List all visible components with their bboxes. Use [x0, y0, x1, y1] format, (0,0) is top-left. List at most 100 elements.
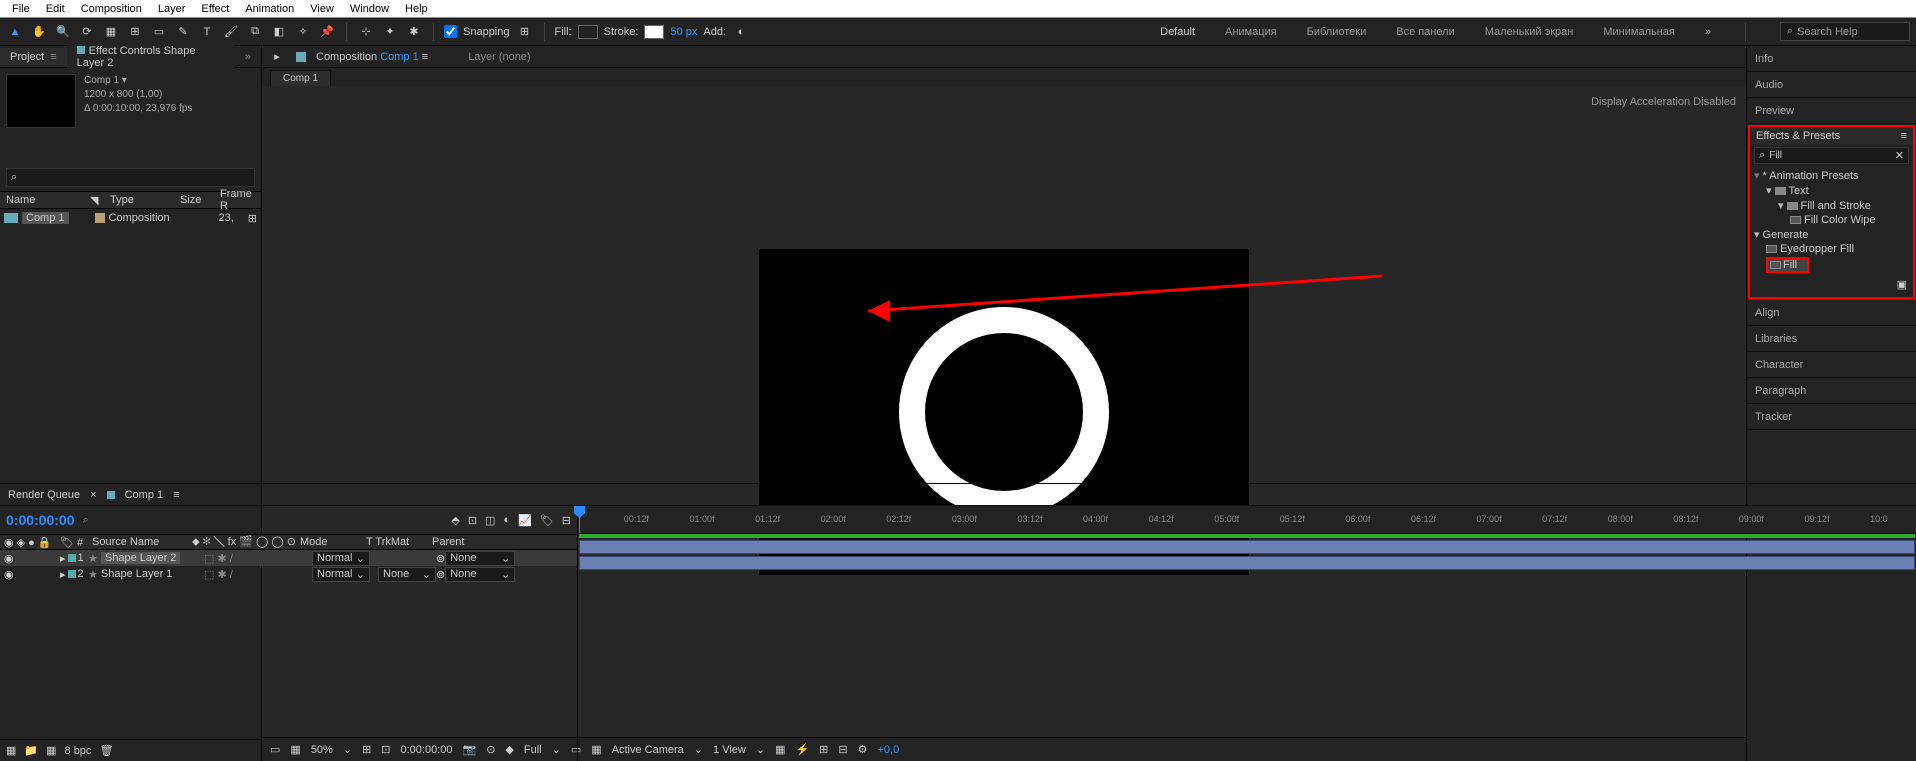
menu-edit[interactable]: Edit — [38, 3, 73, 15]
snapping-checkbox[interactable] — [444, 25, 457, 38]
current-timecode[interactable]: 0:00:00:00 — [6, 512, 75, 528]
view-axis-icon[interactable]: ✱ — [405, 23, 423, 41]
workspace-default[interactable]: Default — [1160, 26, 1195, 38]
panel-align[interactable]: Align — [1747, 300, 1916, 326]
puppet-tool-icon[interactable]: 📌 — [318, 23, 336, 41]
panel-character[interactable]: Character — [1747, 352, 1916, 378]
comp-name[interactable]: Comp 1 ▾ — [84, 74, 192, 88]
graph-icon[interactable]: 📈 — [518, 514, 532, 527]
menu-animation[interactable]: Animation — [237, 3, 302, 15]
draft3d-icon[interactable]: ⊡ — [468, 514, 477, 527]
label-color[interactable] — [68, 570, 76, 578]
tree-anim-presets[interactable]: ▾ * Animation Presets — [1754, 168, 1909, 183]
local-axis-icon[interactable]: ⊹ — [357, 23, 375, 41]
tab-render-queue[interactable]: Render Queue — [8, 489, 80, 501]
col-mode[interactable]: Mode — [300, 536, 366, 548]
project-row-comp1[interactable]: Comp 1 Composition 23, ⊞ — [0, 209, 261, 227]
clone-tool-icon[interactable]: ⧉ — [246, 23, 264, 41]
pen-tool-icon[interactable]: ✎ — [174, 23, 192, 41]
menu-file[interactable]: File — [4, 3, 38, 15]
menu-layer[interactable]: Layer — [150, 3, 194, 15]
fill-swatch[interactable] — [578, 25, 598, 39]
timeline-search[interactable]: ⌕ — [83, 514, 89, 527]
moblur-icon[interactable]: ◐ — [503, 514, 510, 527]
panel-libraries[interactable]: Libraries — [1747, 326, 1916, 352]
workspace-minimal[interactable]: Минимальная — [1603, 26, 1675, 38]
visibility-icon[interactable]: ◉ — [4, 552, 14, 565]
eraser-tool-icon[interactable]: ◧ — [270, 23, 288, 41]
comp-flowchart-tab[interactable]: Comp 1 — [270, 70, 331, 86]
brain-icon[interactable]: ⊟ — [562, 514, 571, 527]
trkmat-select[interactable]: None⌄ — [378, 567, 436, 582]
close-tab-icon[interactable]: × — [90, 489, 96, 501]
layer-bar-2[interactable] — [579, 556, 1915, 570]
preset-fill-color-wipe[interactable]: Fill Color Wipe — [1754, 213, 1909, 227]
tab-project[interactable]: Project≡ — [0, 48, 67, 66]
clear-icon[interactable]: ✕ — [1895, 149, 1904, 162]
frameblend-icon[interactable]: ◫ — [485, 514, 495, 527]
menu-composition[interactable]: Composition — [73, 3, 150, 15]
mode-select[interactable]: Normal⌄ — [312, 551, 370, 566]
new-bin-icon[interactable]: ▣ — [1897, 279, 1907, 291]
effects-title[interactable]: Effects & Presets — [1756, 130, 1840, 142]
roto-tool-icon[interactable]: ✧ — [294, 23, 312, 41]
col-type[interactable]: Type — [110, 194, 180, 206]
layer-tab[interactable]: Layer (none) — [468, 51, 530, 63]
mode-select[interactable]: Normal⌄ — [312, 567, 370, 582]
type-tool-icon[interactable]: T — [198, 23, 216, 41]
project-search[interactable]: ⌕ — [6, 168, 255, 187]
layer-row-2[interactable]: ◉ ▸2 ★Shape Layer 1 ⬚ ✱ / Normal⌄ None⌄ … — [0, 566, 577, 582]
stroke-width[interactable]: 50 px — [670, 26, 697, 38]
tree-fillstroke[interactable]: ▾Fill and Stroke — [1754, 198, 1909, 213]
col-name[interactable]: Name — [0, 194, 90, 206]
flowchart-icon[interactable]: ⊞ — [248, 212, 257, 225]
workspace-smallscreen[interactable]: Маленький экран — [1485, 26, 1574, 38]
panel-preview[interactable]: Preview — [1747, 98, 1916, 124]
layer-row-1[interactable]: ◉ ▸1 ★Shape Layer 2 ⬚ ✱ / Normal⌄ ⊚ None… — [0, 550, 577, 566]
workspace-more[interactable]: » — [1705, 26, 1711, 38]
col-switches[interactable]: ⬥ ✻ ╲ fx 🎬 ◯ ◯ ⊙ — [192, 535, 300, 549]
rect-tool-icon[interactable]: ▭ — [150, 23, 168, 41]
panel-paragraph[interactable]: Paragraph — [1747, 378, 1916, 404]
comp-tab-name[interactable]: Comp 1 — [380, 51, 419, 63]
col-source-name[interactable]: Source Name — [88, 536, 192, 548]
panel-info[interactable]: Info — [1747, 46, 1916, 72]
panbehind-tool-icon[interactable]: ⊞ — [126, 23, 144, 41]
col-tag[interactable]: ◥ — [90, 194, 110, 207]
search-help-field[interactable]: ⌕ Search Help — [1780, 22, 1910, 41]
label-color[interactable] — [68, 554, 76, 562]
tag-icon[interactable]: 🏷 — [540, 514, 554, 527]
brush-tool-icon[interactable]: 🖌 — [222, 23, 240, 41]
stroke-swatch[interactable] — [644, 25, 664, 39]
panel-tracker[interactable]: Tracker — [1747, 404, 1916, 430]
camera-tool-icon[interactable]: ▦ — [102, 23, 120, 41]
effects-search[interactable]: ⌕ ✕ — [1754, 147, 1909, 164]
snap-opts-icon[interactable]: ⊞ — [516, 23, 534, 41]
work-area-bar[interactable] — [579, 534, 1915, 538]
pickwhip-icon[interactable]: ⊚ — [436, 552, 445, 565]
world-axis-icon[interactable]: ✦ — [381, 23, 399, 41]
parent-select[interactable]: None⌄ — [445, 551, 515, 566]
panel-menu-icon[interactable]: ≡ — [1901, 130, 1907, 142]
timeline-tracks[interactable] — [578, 534, 1916, 761]
zoom-tool-icon[interactable]: 🔍 — [54, 23, 72, 41]
menu-effect[interactable]: Effect — [193, 3, 237, 15]
marker-icon[interactable]: ▸ — [268, 48, 286, 66]
menu-view[interactable]: View — [302, 3, 342, 15]
menu-window[interactable]: Window — [342, 3, 397, 15]
visibility-icon[interactable]: ◉ — [4, 568, 14, 581]
tree-generate[interactable]: ▾ Generate — [1754, 227, 1909, 242]
workspace-libraries[interactable]: Библиотеки — [1307, 26, 1367, 38]
tabs-overflow[interactable]: » — [235, 48, 261, 66]
col-size[interactable]: Size — [180, 194, 220, 206]
panel-audio[interactable]: Audio — [1747, 72, 1916, 98]
tab-effect-controls[interactable]: Effect Controls Shape Layer 2 — [67, 42, 235, 72]
effect-fill[interactable]: Fill — [1754, 256, 1909, 274]
label-color-swatch[interactable] — [95, 213, 105, 223]
add-shape-icon[interactable]: ◐ — [732, 23, 750, 41]
col-trkmat[interactable]: T TrkMat — [366, 536, 432, 548]
expand-icon[interactable]: ▸ — [60, 552, 66, 565]
selection-tool-icon[interactable]: ▲ — [6, 23, 24, 41]
parent-select[interactable]: None⌄ — [445, 567, 515, 582]
orbit-tool-icon[interactable]: ⟳ — [78, 23, 96, 41]
